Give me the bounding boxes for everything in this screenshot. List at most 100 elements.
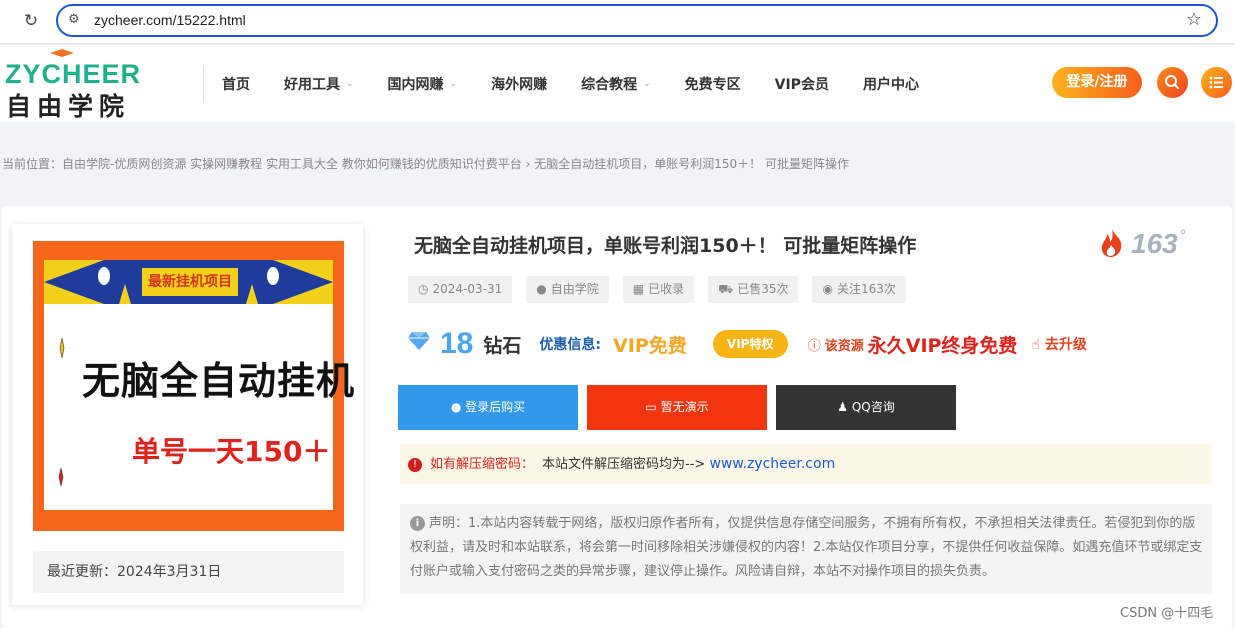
- list-menu-icon: [1209, 76, 1223, 89]
- last-updated-value: 2024年3月31日: [117, 564, 222, 580]
- qq-button-label: QQ咨询: [851, 400, 895, 414]
- clock-icon: ◷: [418, 282, 429, 296]
- action-buttons: ● 登录后购买 ▭ 暂无演示 ♟ QQ咨询: [398, 385, 965, 430]
- promo-label: 优惠信息:: [539, 337, 601, 353]
- thumbnail-banner-text: 最新挂机项目: [142, 268, 238, 296]
- nav-item[interactable]: 海外网赚: [491, 74, 547, 94]
- info-icon: i: [410, 516, 425, 531]
- breadcrumb-prefix: 当前位置：: [2, 157, 63, 171]
- sparkle-icon: [59, 338, 65, 358]
- header-divider: [203, 65, 204, 103]
- browser-toolbar: ↻ ⚙ zycheer.com/15222.html ☆: [0, 0, 1235, 44]
- info-icon: ⓘ: [807, 338, 821, 354]
- user-icon: ●: [450, 400, 462, 414]
- hot-count: 163 °: [1099, 228, 1187, 260]
- windows-icon: ▦: [632, 282, 645, 296]
- nav-item[interactable]: VIP会员: [775, 74, 829, 94]
- meta-tag: ● 自由学院: [526, 276, 609, 303]
- nav-item-label: 综合教程: [581, 76, 638, 93]
- menu-button[interactable]: [1201, 67, 1232, 98]
- meta-tag-text: 已收录: [648, 282, 685, 296]
- nav-item-label: 首页: [222, 76, 250, 93]
- nav-item-label: 国内网赚: [387, 76, 444, 93]
- buy-button-label: 登录后购买: [465, 400, 526, 414]
- meta-tag-text: 关注163次: [836, 282, 896, 296]
- site-header: ZYCHEER 自由学院 首页 好用工具 ⌄ 国内网赚 ⌄ 海外网赚 综合教程 ⌄ 免费专区 VI…: [0, 45, 1235, 122]
- resource-value: 永久VIP终身免费: [867, 334, 1018, 357]
- user-icon: ●: [536, 282, 547, 296]
- post-content: 最新挂机项目 无脑全自动挂机 单号一天150＋ 最近更新：2024年3月31日 …: [2, 206, 1232, 628]
- last-updated: 最近更新：2024年3月31日: [33, 551, 344, 593]
- qq-icon: ♟: [837, 400, 849, 414]
- demo-button[interactable]: ▭ 暂无演示: [587, 385, 767, 430]
- logo-chinese: 自由学院: [6, 92, 131, 121]
- search-icon: [1165, 75, 1180, 90]
- login-register-button[interactable]: 登录/注册: [1052, 67, 1142, 98]
- nav-item[interactable]: 免费专区: [685, 74, 741, 94]
- search-button[interactable]: [1157, 67, 1188, 98]
- nav-item-label: 用户中心: [862, 76, 919, 93]
- vip-privilege-badge[interactable]: VIP特权: [712, 330, 788, 358]
- alert-icon: !: [408, 457, 422, 472]
- price-value: 18: [440, 327, 474, 360]
- sparkle-icon: [58, 468, 64, 486]
- price-row: 18 钻石 优惠信息: VIP免费 VIP特权 ⓘ 该资源 永久VIP终身免费 …: [408, 324, 1087, 364]
- nav-item-label: VIP会员: [774, 76, 829, 93]
- diamond-icon: [408, 331, 430, 357]
- breadcrumb-separator: ›: [521, 157, 535, 171]
- qq-consult-button[interactable]: ♟ QQ咨询: [776, 385, 956, 430]
- meta-tag-text: 2024-03-31: [432, 282, 503, 296]
- nav-item-label: 海外网赚: [491, 76, 548, 93]
- disclaimer: i 声明：1.本站内容转载于网络，版权归原作者所有，仅提供信息存储空间服务，不拥有…: [400, 504, 1212, 594]
- price-unit: 钻石: [483, 334, 522, 357]
- fire-icon: [1101, 229, 1122, 257]
- last-updated-label: 最近更新：: [47, 564, 117, 580]
- nav-item[interactable]: 国内网赚 ⌄: [388, 74, 458, 94]
- breadcrumb-current: 无脑全自动挂机项目，单账号利润150＋！ 可批量矩阵操作: [534, 157, 849, 171]
- watermark: CSDN @十四毛: [1120, 606, 1214, 621]
- site-info-icon[interactable]: ⚙: [68, 12, 80, 27]
- nav-item-label: 免费专区: [684, 76, 741, 93]
- graduation-cap-icon: [50, 49, 74, 57]
- notice-link[interactable]: www.zycheer.com: [709, 456, 835, 472]
- chevron-down-icon: ⌄: [449, 78, 458, 89]
- eye-icon: ◉: [822, 282, 833, 296]
- thumbnail-inner: 最新挂机项目 无脑全自动挂机 单号一天150＋: [44, 260, 354, 510]
- bookmark-star-icon[interactable]: ☆: [1186, 9, 1202, 30]
- disclaimer-text: 声明：1.本站内容转载于网络，版权归原作者所有，仅提供信息存储空间服务，不拥有所…: [410, 516, 1203, 579]
- nav-item[interactable]: 用户中心: [863, 74, 919, 94]
- buy-button[interactable]: ● 登录后购买: [398, 385, 578, 430]
- thumbnail-banner: 最新挂机项目: [44, 260, 333, 304]
- main-nav: 首页 好用工具 ⌄ 国内网赚 ⌄ 海外网赚 综合教程 ⌄ 免费专区 VIP会员 用户中心: [222, 45, 953, 122]
- meta-tag: ◉ 关注163次: [812, 276, 906, 303]
- nav-item[interactable]: 综合教程 ⌄: [581, 74, 651, 94]
- thumbnail-subheadline: 单号一天150＋: [132, 435, 331, 468]
- hot-number: 163: [1131, 228, 1178, 259]
- url-text[interactable]: zycheer.com/15222.html: [94, 12, 246, 28]
- upgrade-link[interactable]: ☝ 去升级: [1031, 334, 1086, 354]
- meta-tag: ◷ 2024-03-31: [408, 276, 513, 303]
- thumbnail-card: 最新挂机项目 无脑全自动挂机 单号一天150＋ 最近更新：2024年3月31日: [12, 224, 363, 605]
- demo-button-label: 暂无演示: [660, 400, 709, 414]
- hot-unit: °: [1179, 228, 1187, 244]
- meta-tag: ▦ 已收录: [622, 276, 695, 303]
- meta-tag-text: 自由学院: [550, 282, 599, 296]
- breadcrumb-home-link[interactable]: 自由学院-优质网创资源 实操网赚教程 实用工具大全 教你如何赚钱的优质知识付费平…: [62, 157, 522, 171]
- chevron-down-icon: ⌄: [346, 78, 354, 89]
- address-bar[interactable]: ⚙ zycheer.com/15222.html ☆: [56, 4, 1218, 37]
- notice-label: 如有解压缩密码：: [430, 457, 535, 472]
- upgrade-label: 去升级: [1044, 337, 1087, 353]
- reload-icon[interactable]: ↻: [20, 10, 42, 32]
- nav-item[interactable]: 好用工具 ⌄: [284, 74, 354, 94]
- monitor-icon: ▭: [645, 400, 657, 414]
- chevron-down-icon: ⌄: [643, 78, 651, 89]
- thumbnail-headline: 无脑全自动挂机: [82, 359, 356, 403]
- nav-item[interactable]: 首页: [222, 74, 250, 94]
- site-logo[interactable]: ZYCHEER 自由学院: [5, 49, 165, 121]
- post-thumbnail[interactable]: 最新挂机项目 无脑全自动挂机 单号一天150＋: [33, 241, 354, 531]
- post-meta: ◷ 2024-03-31 ● 自由学院 ▦ 已收录 ⛟ 已售35次 ◉ 关注163次: [408, 276, 920, 303]
- meta-tag: ⛟ 已售35次: [708, 276, 799, 303]
- nav-item-label: 好用工具: [284, 76, 340, 93]
- logo-wordmark: ZYCHEER: [5, 59, 142, 89]
- password-notice: ! 如有解压缩密码： 本站文件解压缩密码均为--> www.zycheer.com: [400, 444, 1212, 484]
